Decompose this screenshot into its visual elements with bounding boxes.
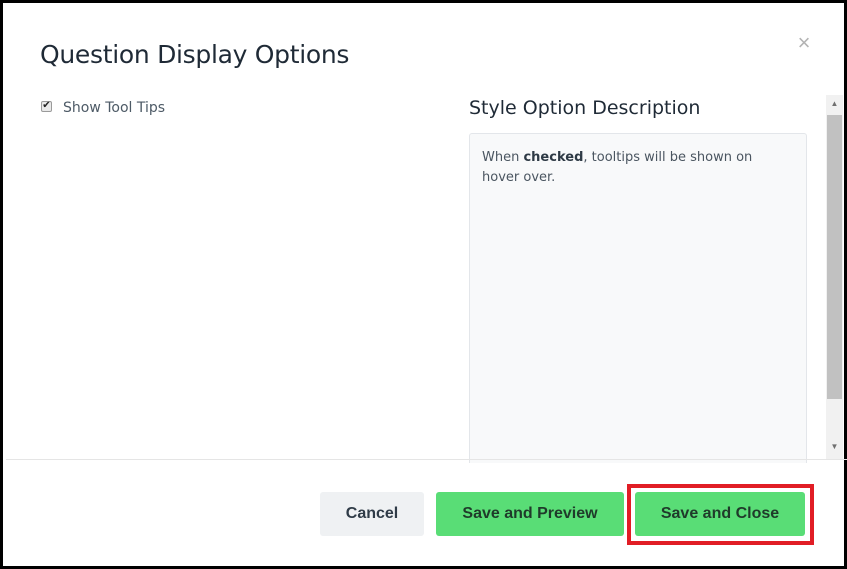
question-display-options-dialog: Question Display Options × ✔ Show Tool T… bbox=[0, 0, 847, 569]
scroll-thumb[interactable] bbox=[827, 115, 842, 399]
style-option-description-box: When checked, tooltips will be shown on … bbox=[469, 133, 807, 463]
vertical-scrollbar[interactable]: ▲ ▼ bbox=[826, 95, 843, 459]
description-text-bold: checked bbox=[523, 150, 584, 165]
style-option-description-text: When checked, tooltips will be shown on … bbox=[482, 148, 792, 188]
description-text-start: When bbox=[482, 150, 524, 165]
footer-divider bbox=[6, 459, 847, 460]
dialog-title: Question Display Options bbox=[40, 40, 350, 69]
show-tool-tips-label[interactable]: Show Tool Tips bbox=[63, 100, 165, 116]
show-tool-tips-checkbox[interactable]: ✔ bbox=[41, 100, 52, 112]
checkmark-icon: ✔ bbox=[42, 100, 51, 111]
save-and-preview-button[interactable]: Save and Preview bbox=[436, 492, 624, 536]
scroll-down-icon[interactable]: ▼ bbox=[826, 438, 843, 455]
style-option-description-title: Style Option Description bbox=[469, 97, 701, 119]
option-show-tool-tips[interactable]: ✔ Show Tool Tips bbox=[41, 99, 165, 117]
cancel-button[interactable]: Cancel bbox=[320, 492, 424, 536]
scroll-up-icon[interactable]: ▲ bbox=[826, 95, 843, 112]
close-icon[interactable]: × bbox=[793, 31, 815, 55]
save-and-close-button[interactable]: Save and Close bbox=[635, 492, 805, 536]
